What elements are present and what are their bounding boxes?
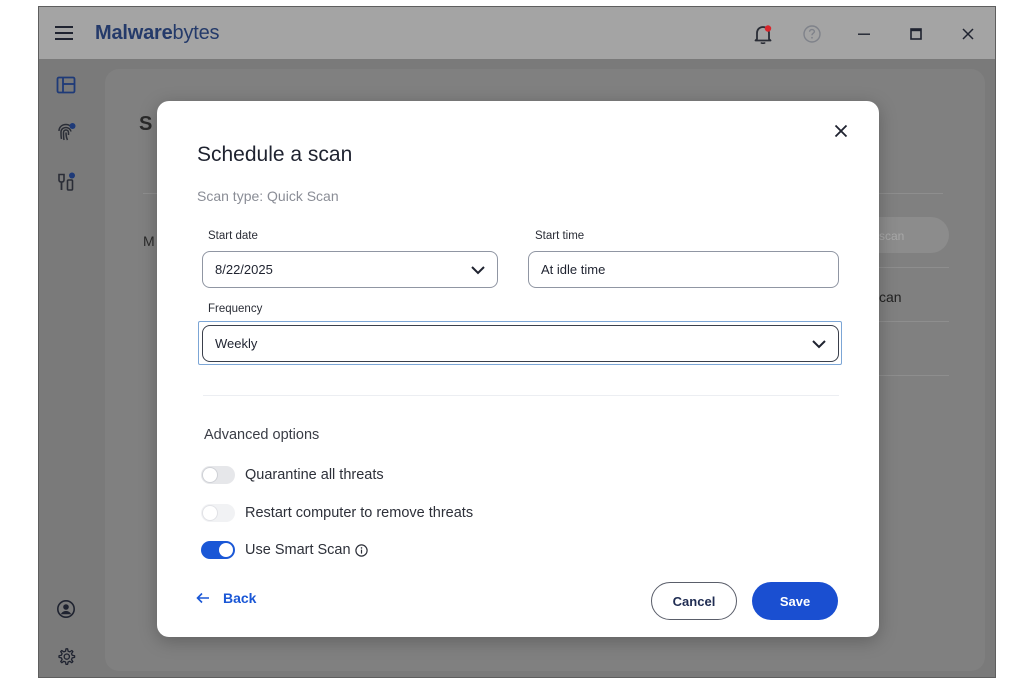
frequency-select[interactable]: Weekly — [202, 325, 839, 362]
menu-icon[interactable] — [53, 23, 75, 43]
logo-mark: M — [95, 21, 112, 44]
back-label: Back — [223, 590, 257, 606]
tools-icon[interactable] — [54, 170, 78, 194]
app-window: Malware bytes S M scan can Schedule a sc… — [38, 6, 996, 678]
quarantine-option: Quarantine all threats — [201, 464, 384, 486]
start-date-value: 8/22/2025 — [215, 262, 273, 277]
smart-scan-label: Use Smart Scan — [245, 542, 351, 558]
dialog-title: Schedule a scan — [197, 143, 353, 166]
start-date-label: Start date — [208, 230, 258, 242]
maximize-icon[interactable] — [905, 23, 927, 45]
start-time-label: Start time — [535, 230, 585, 242]
restart-label: Restart computer to remove threats — [245, 505, 474, 521]
background-text: M — [143, 233, 155, 249]
sidebar — [39, 59, 93, 677]
schedule-scan-dialog: Schedule a scan Scan type: Quick Scan St… — [157, 101, 879, 637]
notification-bell-icon[interactable] — [751, 22, 775, 46]
help-icon[interactable] — [801, 23, 823, 45]
background-row-text: can — [879, 289, 902, 305]
close-window-icon[interactable] — [957, 23, 979, 45]
start-time-input[interactable]: At idle time — [528, 251, 839, 288]
arrow-left-icon — [196, 592, 209, 604]
chevron-down-icon — [812, 340, 826, 349]
smart-scan-option: Use Smart Scan — [201, 539, 369, 561]
cancel-button[interactable]: Cancel — [651, 582, 737, 620]
logo-text-light: bytes — [172, 21, 220, 44]
start-date-select[interactable]: 8/22/2025 — [202, 251, 498, 288]
restart-toggle[interactable] — [201, 504, 235, 522]
start-time-value: At idle time — [541, 262, 606, 277]
save-button[interactable]: Save — [752, 582, 838, 620]
chevron-down-icon — [471, 266, 485, 275]
advanced-options-title: Advanced options — [204, 427, 320, 443]
account-icon[interactable] — [54, 597, 78, 621]
quarantine-toggle[interactable] — [201, 466, 235, 484]
frequency-value: Weekly — [215, 336, 258, 351]
malwarebytes-logo: Malware bytes — [95, 21, 220, 45]
scan-type-text: Scan type: Quick Scan — [197, 188, 339, 204]
dialog-close-button[interactable] — [829, 119, 853, 143]
logo-text-bold: alware — [111, 21, 173, 44]
info-icon[interactable] — [355, 543, 369, 557]
smart-scan-toggle[interactable] — [201, 541, 235, 559]
title-bar: Malware bytes — [39, 7, 995, 59]
frequency-label: Frequency — [208, 303, 263, 315]
settings-gear-icon[interactable] — [54, 645, 78, 669]
background-scan-button-label: scan — [879, 229, 905, 243]
restart-option: Restart computer to remove threats — [201, 502, 473, 524]
section-divider — [203, 395, 839, 396]
close-icon — [834, 124, 848, 138]
back-link[interactable]: Back — [195, 590, 256, 606]
minimize-icon[interactable] — [853, 23, 875, 45]
background-heading: S — [139, 113, 153, 135]
fingerprint-icon[interactable] — [54, 120, 78, 144]
quarantine-label: Quarantine all threats — [245, 467, 384, 483]
dashboard-icon[interactable] — [54, 73, 78, 97]
